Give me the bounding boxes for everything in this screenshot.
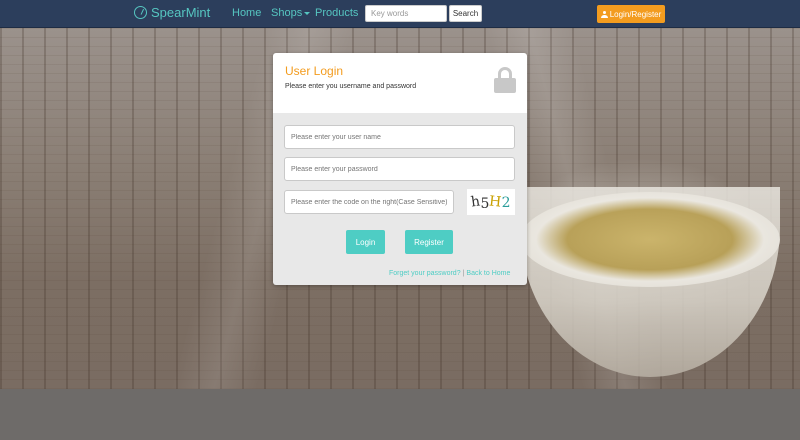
back-to-home-link[interactable]: Back to Home xyxy=(466,270,510,277)
brand[interactable]: SpearMint xyxy=(134,5,210,20)
lock-icon xyxy=(494,67,516,93)
search-button[interactable]: Search xyxy=(449,5,482,22)
tea-cup-rim xyxy=(520,192,780,287)
username-input[interactable] xyxy=(284,125,515,149)
login-button[interactable]: Login xyxy=(346,230,385,254)
captcha-input[interactable] xyxy=(284,190,454,214)
login-links: Forget your password? | Back to Home xyxy=(389,270,510,277)
link-separator: | xyxy=(462,270,465,277)
login-register-button[interactable]: Login/Register xyxy=(597,5,665,23)
login-card-header: User Login Please enter you username and… xyxy=(273,53,527,113)
nav-shops-label: Shops xyxy=(271,7,303,19)
login-card-body: h 5 H 2 Login Register Forget your passw… xyxy=(273,113,527,285)
caret-down-icon xyxy=(304,11,311,15)
nav-products[interactable]: Products xyxy=(315,7,358,19)
nav-home[interactable]: Home xyxy=(232,7,261,19)
captcha-image[interactable]: h 5 H 2 xyxy=(467,189,515,215)
password-input[interactable] xyxy=(284,157,515,181)
leaf-logo-icon xyxy=(134,6,147,19)
footer-band xyxy=(0,389,800,440)
login-title: User Login xyxy=(285,64,344,78)
login-card: User Login Please enter you username and… xyxy=(273,53,527,285)
navbar: SpearMint Home Shops Products Search Log… xyxy=(0,0,800,28)
login-register-label: Login/Register xyxy=(609,9,662,19)
captcha-char: 2 xyxy=(501,195,511,211)
captcha-char: H xyxy=(488,193,503,211)
nav-shops[interactable]: Shops xyxy=(271,7,311,19)
brand-name: SpearMint xyxy=(151,5,211,20)
forgot-password-link[interactable]: Forget your password? xyxy=(389,270,461,277)
user-icon xyxy=(600,10,608,18)
login-subtitle: Please enter you username and password xyxy=(285,83,417,90)
search-input[interactable] xyxy=(365,5,447,22)
register-button[interactable]: Register xyxy=(405,230,453,254)
